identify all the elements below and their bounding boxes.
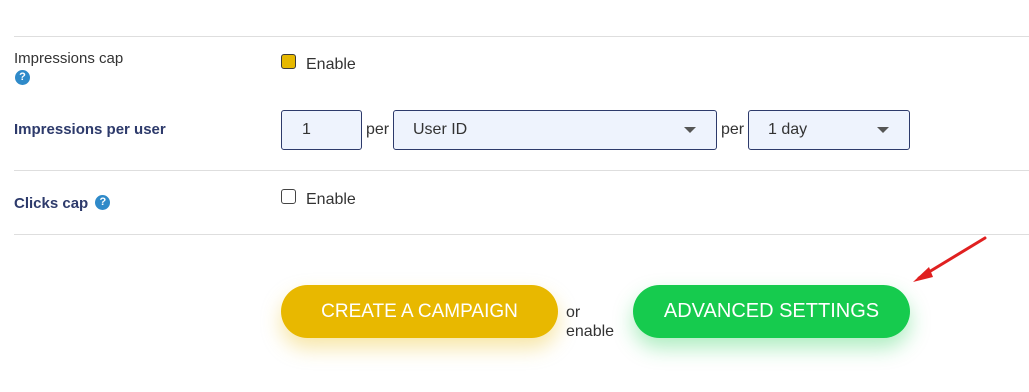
impressions-count-input[interactable]: 1 — [281, 110, 362, 150]
impressions-cap-enable-checkbox[interactable] — [281, 54, 296, 69]
clicks-cap-enable-checkbox[interactable] — [281, 189, 296, 204]
impressions-cap-label-text: Impressions cap — [14, 50, 124, 67]
period-select[interactable]: 1 day — [748, 110, 910, 150]
period-select-value: 1 day — [768, 121, 808, 138]
chevron-down-icon — [684, 127, 696, 133]
or-text-line1: or — [566, 304, 581, 321]
clicks-cap-label: Clicks cap ? — [14, 195, 111, 212]
clicks-cap-enable-label[interactable]: Enable — [306, 191, 356, 209]
per-label-1: per — [366, 121, 390, 138]
create-campaign-button-label: CREATE A CAMPAIGN — [321, 301, 518, 322]
advanced-settings-button[interactable]: ADVANCED SETTINGS — [633, 285, 910, 338]
per-label-2: per — [721, 121, 745, 138]
arrow-annotation — [913, 236, 987, 282]
divider-bottom — [14, 234, 1029, 235]
help-icon[interactable]: ? — [15, 70, 30, 85]
help-icon[interactable]: ? — [95, 195, 111, 211]
divider-middle — [14, 170, 1029, 171]
impressions-per-user-label: Impressions per user — [14, 121, 166, 138]
or-text-line2: enable — [566, 323, 615, 340]
impressions-cap-enable-label[interactable]: Enable — [306, 56, 356, 74]
chevron-down-icon — [877, 127, 889, 133]
divider-top — [14, 36, 1029, 37]
per-entity-select-value: User ID — [413, 121, 468, 138]
per-entity-select[interactable]: User ID — [393, 110, 717, 150]
create-campaign-button[interactable]: CREATE A CAMPAIGN — [281, 285, 558, 338]
clicks-cap-label-text: Clicks cap — [14, 195, 89, 212]
impressions-count-value: 1 — [302, 121, 311, 138]
impressions-cap-label: Impressions cap — [14, 50, 123, 67]
advanced-settings-button-label: ADVANCED SETTINGS — [663, 300, 880, 322]
or-enable-text: or enable — [566, 303, 614, 341]
impressions-per-user-label-text: Impressions per user — [14, 121, 166, 138]
